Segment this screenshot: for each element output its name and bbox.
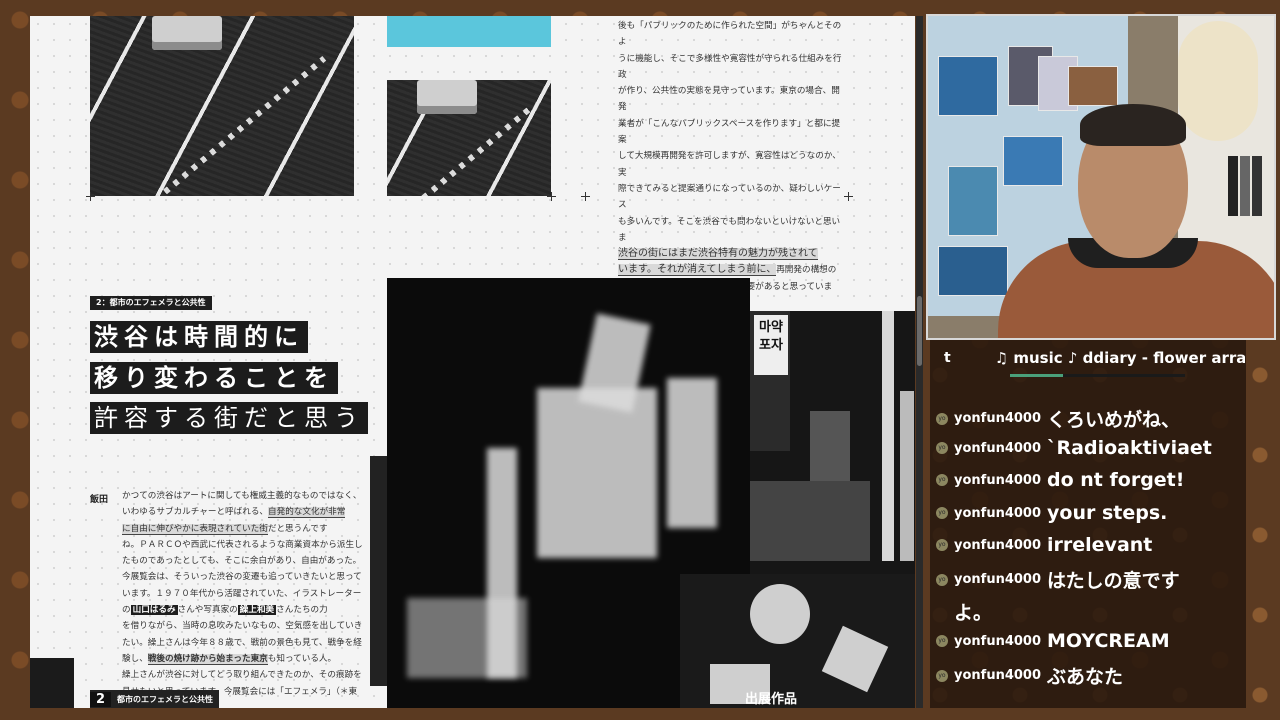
section-ribbon: 2 都市のエフェメラと公共性 xyxy=(90,690,220,708)
chat-username[interactable]: yonfun4000 xyxy=(954,441,1041,456)
chat-username[interactable]: yonfun4000 xyxy=(954,668,1041,683)
chat-text: irrelevant xyxy=(1047,534,1153,556)
teddy-bear xyxy=(1178,21,1258,141)
parking-lot-photo-right xyxy=(387,80,551,196)
scrollbar-thumb[interactable] xyxy=(917,296,922,366)
user-badge-icon: yo xyxy=(936,474,948,486)
user-badge-icon: yo xyxy=(936,669,948,682)
headline-line-1: 渋谷は時間的に xyxy=(90,321,308,353)
chat-message: yo yonfun4000 MOYCREAM xyxy=(936,630,1170,652)
cyan-photo-strip xyxy=(387,16,551,47)
chat-username[interactable]: yonfun4000 xyxy=(954,538,1041,553)
chat-message: yo yonfun4000 irrelevant xyxy=(936,534,1152,556)
chat-username[interactable]: yonfun4000 xyxy=(954,411,1041,426)
street-photo-strip xyxy=(30,658,74,708)
chat-message: yo yonfun4000 ぶあなた xyxy=(936,662,1123,689)
parking-lot-photo-left xyxy=(90,16,354,196)
chat-text: はたしの意です xyxy=(1047,570,1180,592)
article-body: かつての渋谷はアートに関しても権威主義的なものではなく、 いわゆるサブカルチャー… xyxy=(122,491,363,697)
crop-mark xyxy=(86,192,95,201)
crop-mark xyxy=(581,192,590,201)
chat-text: do nt forget! xyxy=(1047,469,1185,491)
chat-message: yo yonfun4000 do nt forget! xyxy=(936,469,1184,491)
article-text-top: 後も「パブリックのために作られた空間」がちゃんとそのよ うに機能し、そこで多様性… xyxy=(618,21,842,308)
user-badge-icon: yo xyxy=(936,573,948,586)
chat-message: yo yonfun4000 はたしの意です xyxy=(936,566,1180,593)
highlighted-phrase: います。それが消えてしまう前に、 xyxy=(618,264,777,277)
user-badge-icon: yo xyxy=(936,539,948,551)
headline-line-2: 移り変わることを xyxy=(90,362,338,394)
chat-text-continued: よ。 xyxy=(954,602,993,624)
user-badge-icon: yo xyxy=(936,442,948,454)
chat-message: yo yonfun4000 くろいめがね、 xyxy=(936,405,1180,432)
speaker-name: 飯田 xyxy=(90,495,109,505)
chat-username[interactable]: yonfun4000 xyxy=(954,572,1041,587)
chat-text: くろいめがね、 xyxy=(1047,409,1181,431)
chat-message: yo yonfun4000 `Radioaktiviaet xyxy=(936,437,1212,459)
user-badge-icon: yo xyxy=(936,412,948,425)
now-playing-bar: t ♫ music ♪ ddiary - flower arra xyxy=(944,349,1245,367)
pixelated-photo xyxy=(680,574,915,708)
chat-text: ぶあなた xyxy=(1047,666,1124,688)
photo-caption: 出展作品 xyxy=(745,692,798,707)
headline-line-3: 許容する街だと思う xyxy=(90,402,368,434)
chat-message: yo yonfun4000 your steps. xyxy=(936,502,1167,524)
music-track-title: ♫ music ♪ ddiary - flower arra xyxy=(994,349,1245,367)
crop-mark xyxy=(547,192,556,201)
chat-username[interactable]: yonfun4000 xyxy=(954,506,1041,521)
chat-text: `Radioaktiviaet xyxy=(1047,437,1212,459)
chat-username[interactable]: yonfun4000 xyxy=(954,473,1041,488)
user-badge-icon: yo xyxy=(936,635,948,647)
chat-text: your steps. xyxy=(1047,502,1168,524)
document-scrollbar[interactable] xyxy=(916,16,923,708)
webcam-view xyxy=(926,14,1276,340)
user-badge-icon: yo xyxy=(936,507,948,519)
chat-text: MOYCREAM xyxy=(1047,630,1170,652)
korean-sign: 마약 포자 xyxy=(754,315,788,375)
highlighted-phrase: 渋谷の街にはまだ渋谷特有の魅力が残されて xyxy=(618,248,818,261)
chat-username[interactable]: yonfun4000 xyxy=(954,634,1041,649)
section-tag: 2：都市のエフェメラと公共性 xyxy=(90,296,212,310)
magazine-page: 後も「パブリックのために作られた空間」がちゃんとそのよ うに機能し、そこで多様性… xyxy=(30,16,915,708)
stream-chat: t ♫ music ♪ ddiary - flower arra yo yonf… xyxy=(930,340,1246,708)
neon-signs-photo: 마약 포자 xyxy=(750,311,915,574)
music-progress-bar xyxy=(1010,374,1185,377)
